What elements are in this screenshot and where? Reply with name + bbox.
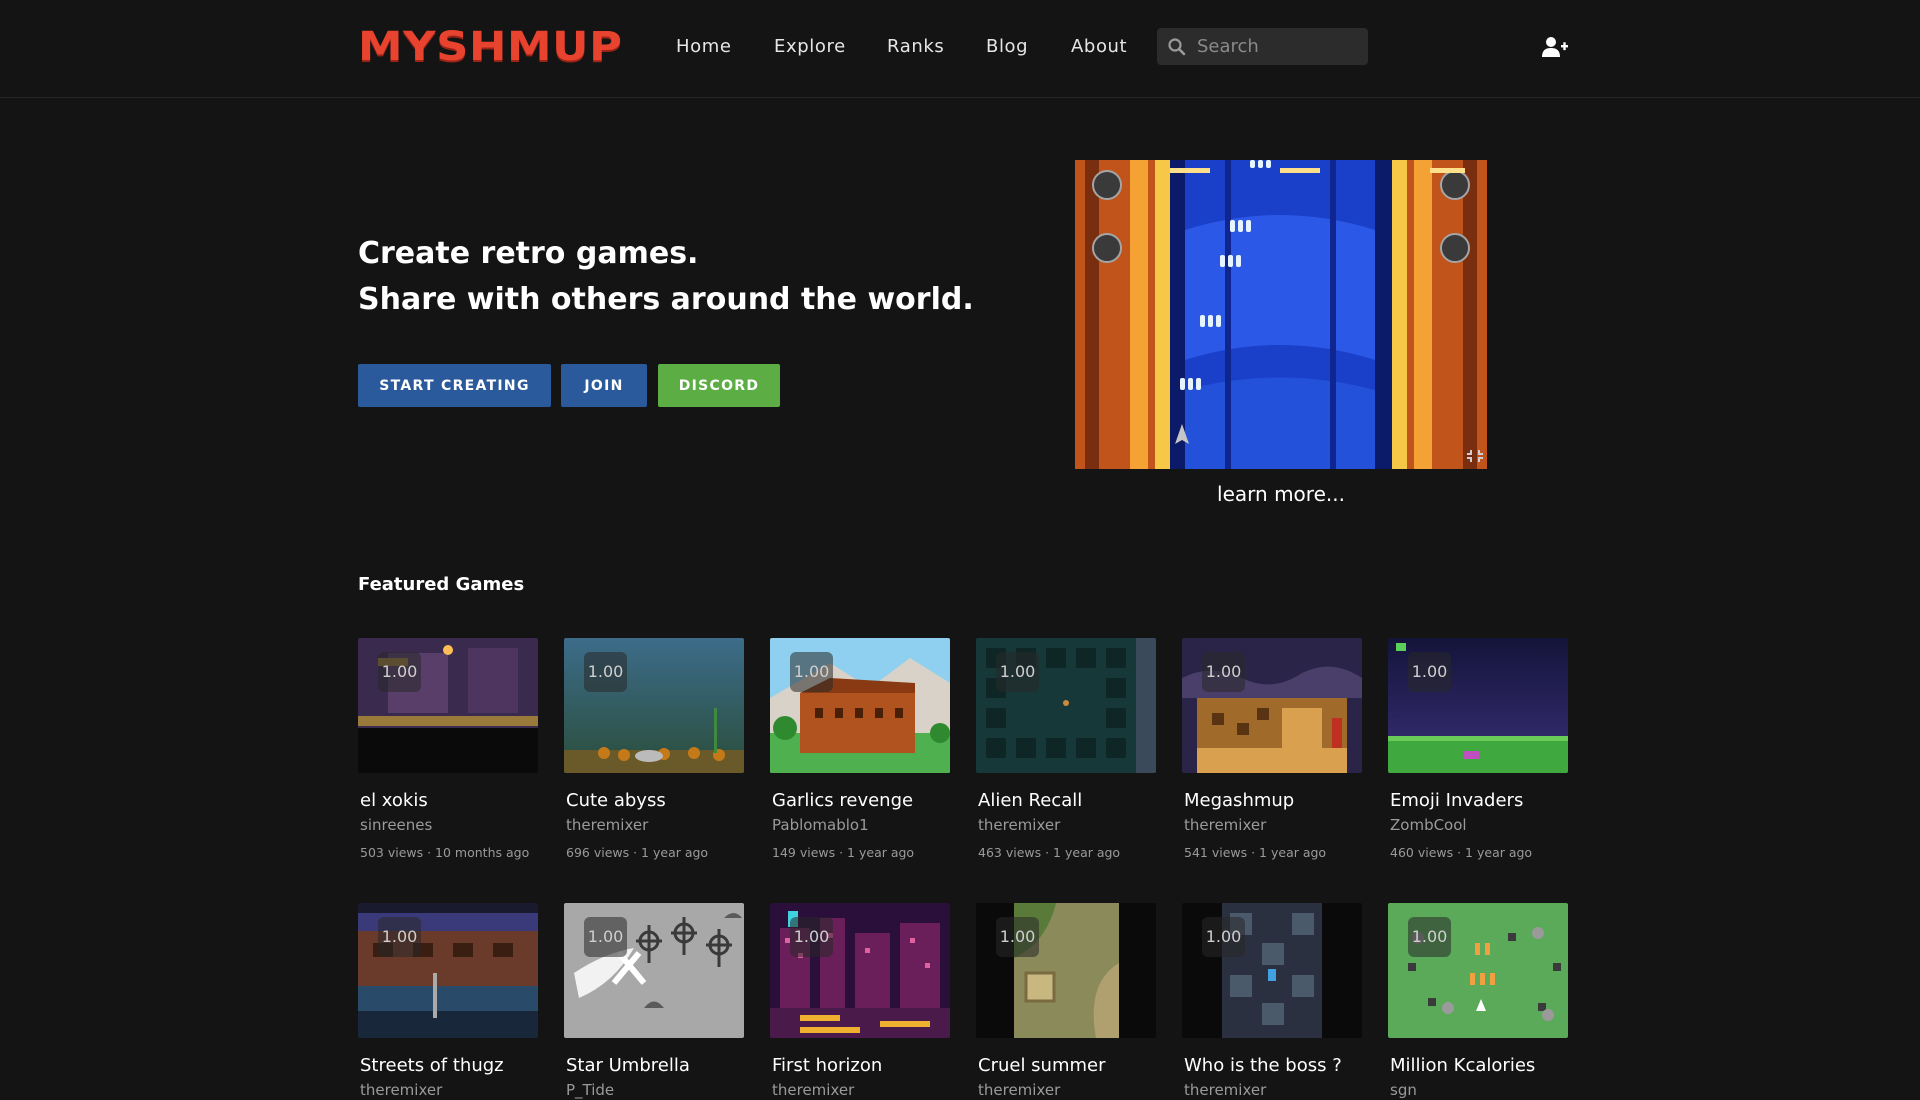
game-meta: 460 views · 1 year ago xyxy=(1390,845,1533,860)
learn-more-link[interactable]: learn more... xyxy=(1075,482,1487,506)
game-preview-image xyxy=(1075,160,1487,469)
game-author[interactable]: theremixer xyxy=(772,1081,972,1099)
game-title[interactable]: Streets of thugz xyxy=(360,1055,560,1076)
nav-about[interactable]: About xyxy=(1071,36,1127,57)
game-title[interactable]: el xokis xyxy=(360,790,560,811)
game-author[interactable]: theremixer xyxy=(360,1081,560,1099)
site-logo[interactable]: MYSHMUP xyxy=(358,24,622,70)
nav-home[interactable]: Home xyxy=(676,36,732,57)
nav-ranks[interactable]: Ranks xyxy=(887,36,944,57)
nav-blog[interactable]: Blog xyxy=(986,36,1028,57)
rating-badge: 1.00 xyxy=(1408,917,1451,957)
game-author[interactable]: Pablomablo1 xyxy=(772,816,972,834)
rating-badge: 1.00 xyxy=(996,652,1039,692)
rating-badge: 1.00 xyxy=(996,917,1039,957)
game-author[interactable]: theremixer xyxy=(1184,816,1384,834)
rating-badge: 1.00 xyxy=(378,652,421,692)
game-meta: 541 views · 1 year ago xyxy=(1184,845,1327,860)
game-title[interactable]: Cute abyss xyxy=(566,790,766,811)
rating-badge: 1.00 xyxy=(790,652,833,692)
game-author[interactable]: theremixer xyxy=(978,816,1178,834)
rating-badge: 1.00 xyxy=(1202,652,1245,692)
nav-explore[interactable]: Explore xyxy=(774,36,846,57)
game-title[interactable]: Star Umbrella xyxy=(566,1055,766,1076)
game-author[interactable]: sinreenes xyxy=(360,816,560,834)
game-author[interactable]: ZombCool xyxy=(1390,816,1590,834)
game-title[interactable]: Who is the boss ? xyxy=(1184,1055,1384,1076)
hero-subheadline: Share with others around the world. xyxy=(358,282,974,317)
start-creating-button[interactable]: START CREATING xyxy=(358,364,551,407)
game-title[interactable]: Megashmup xyxy=(1184,790,1384,811)
game-title[interactable]: Million Kcalories xyxy=(1390,1055,1590,1076)
game-preview[interactable] xyxy=(1075,160,1487,469)
game-title[interactable]: Cruel summer xyxy=(978,1055,1178,1076)
hero-headline: Create retro games. xyxy=(358,236,699,271)
rating-badge: 1.00 xyxy=(1408,652,1451,692)
rating-badge: 1.00 xyxy=(584,917,627,957)
game-meta: 503 views · 10 months ago xyxy=(360,845,530,860)
game-meta: 696 views · 1 year ago xyxy=(566,845,709,860)
rating-badge: 1.00 xyxy=(584,652,627,692)
game-author[interactable]: theremixer xyxy=(978,1081,1178,1099)
rating-badge: 1.00 xyxy=(790,917,833,957)
join-button[interactable]: JOIN xyxy=(561,364,647,407)
discord-button[interactable]: DISCORD xyxy=(658,364,780,407)
featured-games-title: Featured Games xyxy=(358,574,525,595)
game-author[interactable]: theremixer xyxy=(1184,1081,1384,1099)
game-meta: 463 views · 1 year ago xyxy=(978,845,1121,860)
search-icon xyxy=(1168,38,1186,56)
site-header: MYSHMUP Home Explore Ranks Blog About xyxy=(0,0,1920,98)
search-input[interactable] xyxy=(1197,28,1362,65)
game-author[interactable]: sgn xyxy=(1390,1081,1590,1099)
game-author[interactable]: theremixer xyxy=(566,816,766,834)
game-title[interactable]: Alien Recall xyxy=(978,790,1178,811)
game-title[interactable]: Emoji Invaders xyxy=(1390,790,1590,811)
rating-badge: 1.00 xyxy=(378,917,421,957)
game-title[interactable]: Garlics revenge xyxy=(772,790,972,811)
search-box xyxy=(1157,28,1368,65)
add-user-icon[interactable] xyxy=(1542,36,1568,58)
game-author[interactable]: P_Tide xyxy=(566,1081,766,1099)
game-meta: 149 views · 1 year ago xyxy=(772,845,915,860)
rating-badge: 1.00 xyxy=(1202,917,1245,957)
game-title[interactable]: First horizon xyxy=(772,1055,972,1076)
